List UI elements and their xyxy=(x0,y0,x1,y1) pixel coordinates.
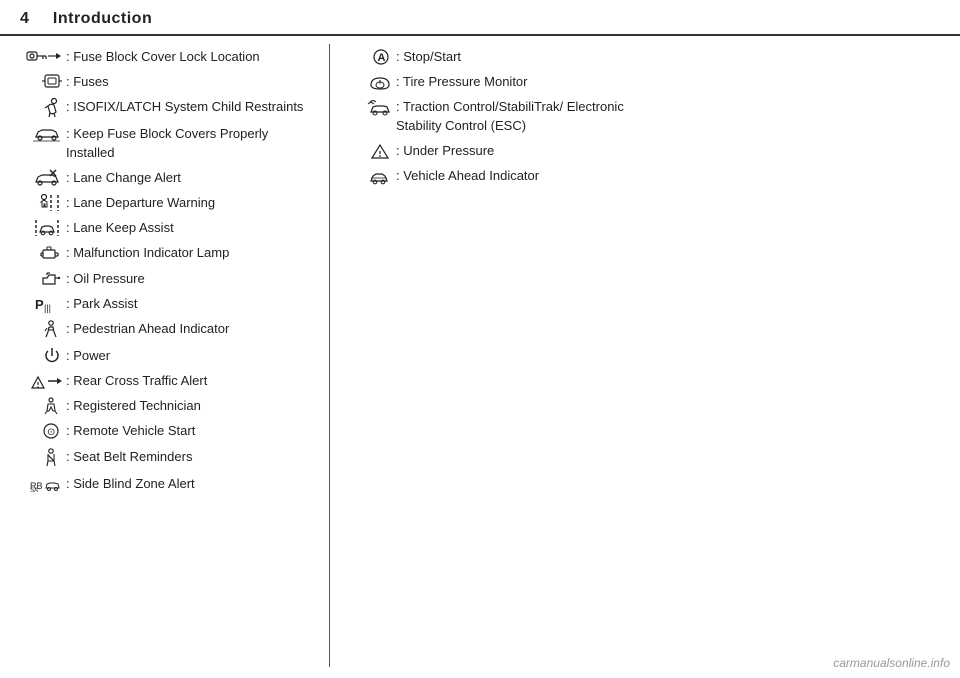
registered-tech-icon xyxy=(20,397,62,415)
list-item: : Traction Control/StabiliTrak/ Electron… xyxy=(350,98,640,134)
list-item: : Under Pressure xyxy=(350,142,640,160)
traction-control-icon xyxy=(350,98,392,120)
vehicle-ahead-text: : Vehicle Ahead Indicator xyxy=(396,167,539,185)
list-item: : Oil Pressure xyxy=(20,270,313,288)
fuses-icon xyxy=(20,73,62,89)
list-item: : Power xyxy=(20,347,313,365)
under-pressure-text: : Under Pressure xyxy=(396,142,494,160)
lane-change-icon xyxy=(20,169,62,187)
park-assist-icon: P ||| xyxy=(20,295,62,313)
registered-tech-text: : Registered Technician xyxy=(66,397,201,415)
list-item: A : Stop/Start xyxy=(350,48,640,66)
power-text: : Power xyxy=(66,347,110,365)
svg-text:|||: ||| xyxy=(44,303,51,313)
list-item: : Pedestrian Ahead Indicator xyxy=(20,320,313,340)
remote-vehicle-text: : Remote Vehicle Start xyxy=(66,422,195,440)
seat-belt-icon xyxy=(20,448,62,468)
tire-pressure-text: : Tire Pressure Monitor xyxy=(396,73,528,91)
list-item: : Vehicle Ahead Indicator xyxy=(350,167,640,185)
list-item: : Fuse Block Cover Lock Location xyxy=(20,48,313,66)
list-item: : ISOFIX/LATCH System Child Restraints xyxy=(20,98,313,118)
keep-fuse-icon xyxy=(20,125,62,143)
list-item: : Lane Departure Warning xyxy=(20,194,313,212)
isofix-icon xyxy=(20,98,62,118)
fuse-lock-icon xyxy=(20,48,62,64)
watermark: carmanualsonline.info xyxy=(833,656,950,670)
list-item: : Malfunction Indicator Lamp xyxy=(20,244,313,262)
list-item: : Keep Fuse Block Covers Properly Instal… xyxy=(20,125,313,161)
svg-text:SA: SA xyxy=(30,488,38,493)
list-item: : Lane Change Alert xyxy=(20,169,313,187)
svg-text:⊙: ⊙ xyxy=(47,427,55,438)
list-item: : Fuses xyxy=(20,73,313,91)
isofix-text: : ISOFIX/LATCH System Child Restraints xyxy=(66,98,303,116)
tire-pressure-icon xyxy=(350,73,392,91)
side-blind-icon: RB SA xyxy=(20,475,62,493)
list-item: RB SA : Side Blind Zone Alert xyxy=(20,475,313,493)
pedestrian-text: : Pedestrian Ahead Indicator xyxy=(66,320,229,338)
page-number: 4 xyxy=(20,10,29,28)
page-header: 4 Introduction xyxy=(0,0,960,36)
malfunction-icon xyxy=(20,244,62,262)
page-title: Introduction xyxy=(53,10,152,28)
oil-pressure-icon xyxy=(20,270,62,288)
traction-control-text: : Traction Control/StabiliTrak/ Electron… xyxy=(396,98,640,134)
svg-text:A: A xyxy=(378,52,386,64)
rear-cross-icon xyxy=(20,372,62,390)
svg-text:P: P xyxy=(35,297,44,312)
lane-departure-icon xyxy=(20,194,62,212)
list-item: P ||| : Park Assist xyxy=(20,295,313,313)
right-column: A : Stop/Start : Tire Pressure Monitor xyxy=(330,44,640,667)
side-blind-text: : Side Blind Zone Alert xyxy=(66,475,195,493)
malfunction-text: : Malfunction Indicator Lamp xyxy=(66,244,229,262)
lane-keep-icon xyxy=(20,219,62,237)
remote-vehicle-icon: ⊙ xyxy=(20,422,62,440)
content-area: : Fuse Block Cover Lock Location : Fuses xyxy=(0,44,960,667)
list-item: : Seat Belt Reminders xyxy=(20,448,313,468)
keep-fuse-text: : Keep Fuse Block Covers Properly Instal… xyxy=(66,125,313,161)
left-column: : Fuse Block Cover Lock Location : Fuses xyxy=(20,44,330,667)
list-item: : Lane Keep Assist xyxy=(20,219,313,237)
list-item: : Registered Technician xyxy=(20,397,313,415)
list-item: : Rear Cross Traffic Alert xyxy=(20,372,313,390)
lane-keep-text: : Lane Keep Assist xyxy=(66,219,174,237)
stop-start-text: : Stop/Start xyxy=(396,48,461,66)
lane-departure-text: : Lane Departure Warning xyxy=(66,194,215,212)
list-item: : Tire Pressure Monitor xyxy=(350,73,640,91)
fuses-text: : Fuses xyxy=(66,73,109,91)
lane-change-text: : Lane Change Alert xyxy=(66,169,181,187)
oil-pressure-text: : Oil Pressure xyxy=(66,270,145,288)
park-assist-text: : Park Assist xyxy=(66,295,138,313)
list-item: ⊙ : Remote Vehicle Start xyxy=(20,422,313,440)
fuse-lock-text: : Fuse Block Cover Lock Location xyxy=(66,48,260,66)
seat-belt-text: : Seat Belt Reminders xyxy=(66,448,192,466)
under-pressure-icon xyxy=(350,142,392,160)
rear-cross-text: : Rear Cross Traffic Alert xyxy=(66,372,207,390)
power-icon xyxy=(20,347,62,365)
pedestrian-icon xyxy=(20,320,62,340)
vehicle-ahead-icon xyxy=(350,167,392,185)
stop-start-icon: A xyxy=(350,48,392,66)
